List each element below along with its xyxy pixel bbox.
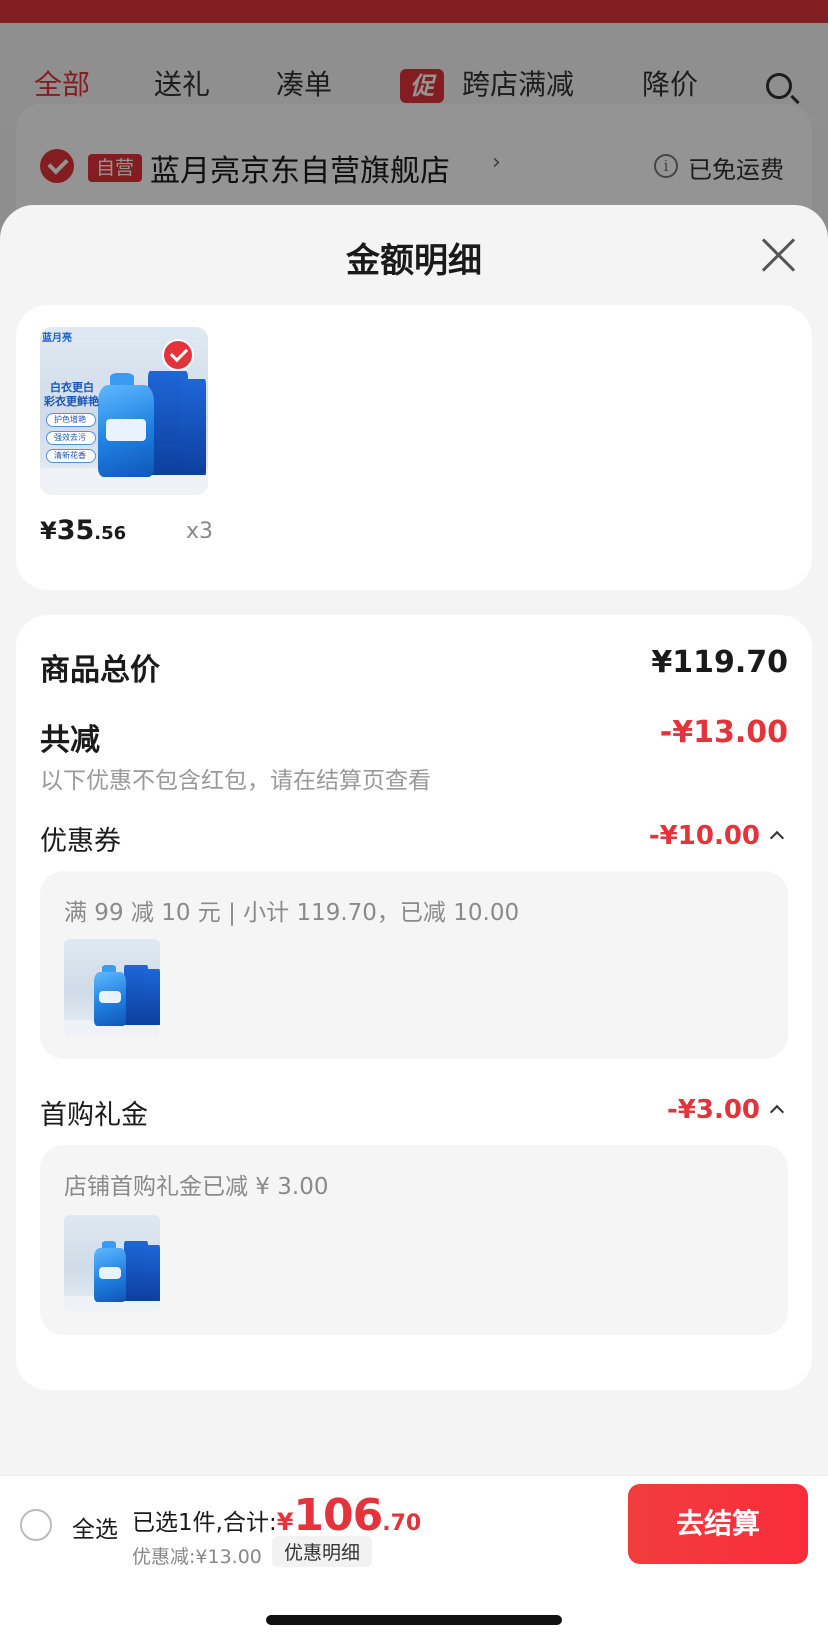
total-amount: 106 (293, 1490, 383, 1541)
coupon-value: -¥10.00 (648, 821, 760, 851)
total-price-value: ¥119.70 (651, 645, 788, 680)
checkout-bar: 全选 已选1件,合计:¥106.70 优惠减:¥13.00 优惠明细 去结算 (0, 1475, 828, 1571)
reduce-value: -¥13.00 (659, 715, 788, 750)
brand-logo: 蓝月亮 (42, 333, 72, 344)
discount-amount: 优惠减:¥13.00 (132, 1546, 262, 1568)
coupon-detail-box: 满 99 减 10 元 | 小计 119.70，已减 10.00 (40, 871, 788, 1059)
coupon-label: 优惠券 (40, 826, 121, 857)
coupon-detail-text: 满 99 减 10 元 | 小计 119.70，已减 10.00 (64, 900, 520, 926)
amount-detail-sheet: 金额明细 蓝月亮 白衣更白 彩衣更鲜艳 护色增艳 强效去污 清新花香 ¥35.5… (0, 205, 828, 1639)
summary-prefix: 已选1件,合计: (132, 1510, 277, 1536)
home-indicator-area (0, 1571, 828, 1639)
product-image-text: 清新花香 (54, 451, 86, 460)
first-gift-detail-box: 店铺首购礼金已减 ¥ 3.00 (40, 1145, 788, 1335)
selected-check-icon[interactable] (162, 339, 194, 371)
coupon-toggle[interactable]: -¥10.00 (648, 821, 785, 851)
product-image-text: 护色增艳 (54, 415, 86, 424)
chevron-up-icon[interactable] (769, 830, 785, 846)
discount-detail-button[interactable]: 优惠明细 (272, 1536, 373, 1567)
coupon-product-thumbnail[interactable] (64, 939, 160, 1035)
checkout-button[interactable]: 去结算 (628, 1484, 808, 1564)
product-quantity: x3 (186, 519, 214, 544)
total-price-label: 商品总价 (40, 653, 160, 688)
reduce-label: 共减 (40, 723, 100, 758)
first-gift-product-thumbnail[interactable] (64, 1215, 160, 1311)
first-gift-label: 首购礼金 (40, 1100, 148, 1131)
sheet-title: 金额明细 (346, 241, 482, 281)
select-all-label[interactable]: 全选 (72, 1510, 118, 1544)
first-gift-toggle[interactable]: -¥3.00 (666, 1095, 785, 1125)
first-gift-value: -¥3.00 (666, 1095, 760, 1125)
home-indicator[interactable] (266, 1615, 562, 1625)
order-summary: 已选1件,合计:¥106.70 (132, 1490, 422, 1541)
product-image-text: 强效去污 (54, 433, 86, 442)
discount-note: 以下优惠不包含红包，请在结算页查看 (40, 768, 431, 794)
product-price: ¥35.56 (40, 515, 127, 546)
product-card: 蓝月亮 白衣更白 彩衣更鲜艳 护色增艳 强效去污 清新花香 ¥35.56 x3 (16, 305, 812, 590)
amount-detail-card: 商品总价 ¥119.70 共减 -¥13.00 以下优惠不包含红包，请在结算页查… (16, 615, 812, 1390)
first-gift-detail-text: 店铺首购礼金已减 ¥ 3.00 (64, 1174, 329, 1200)
product-image-text: 彩衣更鲜艳 (44, 395, 99, 408)
close-icon[interactable] (760, 237, 796, 273)
chevron-up-icon[interactable] (769, 1104, 785, 1120)
select-all-radio[interactable] (20, 1509, 52, 1541)
